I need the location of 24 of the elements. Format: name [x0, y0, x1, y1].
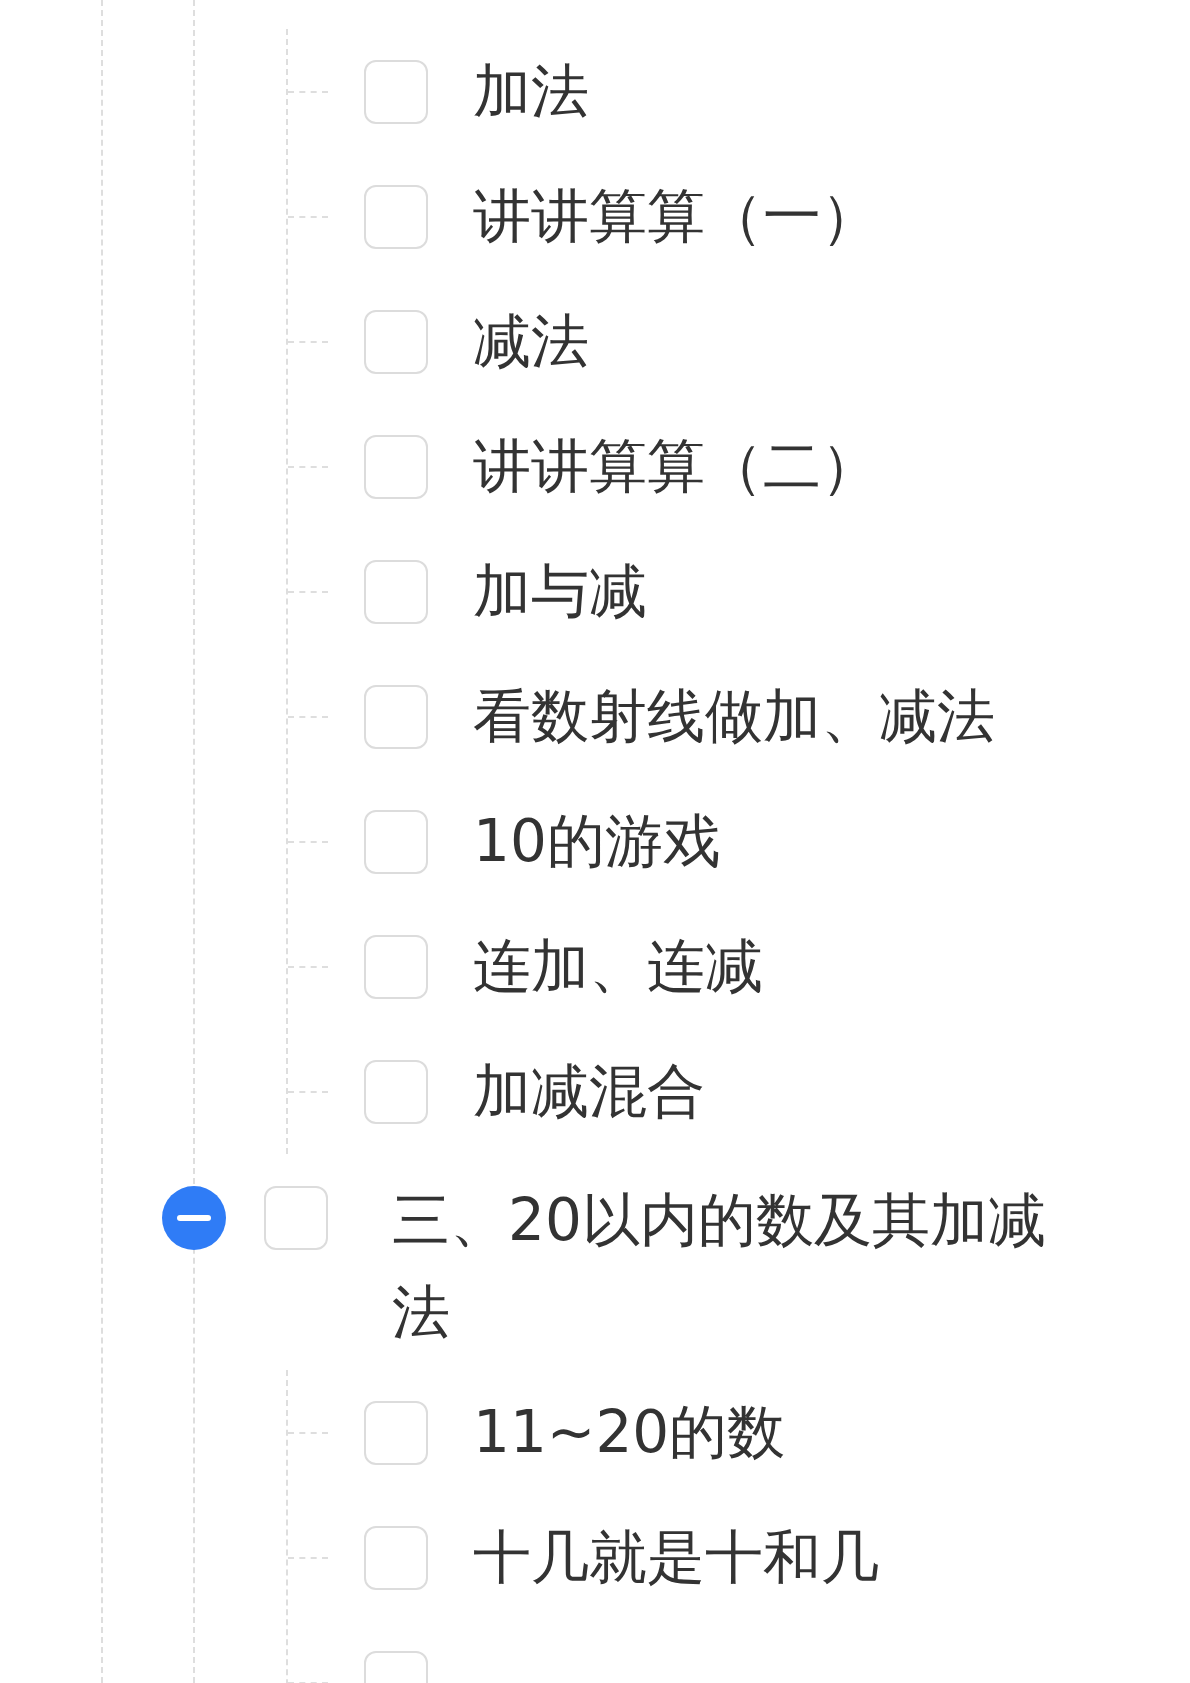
checkbox[interactable]: [364, 934, 428, 999]
tree-item-label[interactable]: 10的游戏: [473, 806, 721, 877]
tree-item-label[interactable]: 加法: [473, 56, 589, 127]
checkbox[interactable]: [364, 1059, 428, 1124]
tree-item-label[interactable]: 减法: [473, 306, 589, 377]
tree-item-label[interactable]: 11~20的数: [473, 1397, 786, 1468]
tree-item-label[interactable]: 连加、连减: [473, 931, 763, 1002]
checkbox[interactable]: [364, 434, 428, 499]
checkbox[interactable]: [264, 1186, 328, 1250]
tree-item-label[interactable]: 加减混合: [473, 1056, 705, 1127]
checkbox[interactable]: [364, 184, 428, 249]
tree-item-label[interactable]: 十几就是十和几: [473, 1522, 879, 1593]
checkbox[interactable]: [364, 809, 428, 874]
tree-item-label[interactable]: 讲讲算算（二）: [473, 431, 879, 502]
checkbox[interactable]: [364, 684, 428, 749]
checkbox[interactable]: [364, 559, 428, 624]
checkbox[interactable]: [364, 309, 428, 374]
tree-item-label[interactable]: 讲讲算算（一）: [473, 181, 879, 252]
tree-item-label[interactable]: 三、20以内的数及其加减法: [392, 1174, 1052, 1358]
checkbox[interactable]: [364, 1525, 428, 1590]
checkbox[interactable]: [364, 1400, 428, 1465]
checkbox[interactable]: [364, 59, 428, 124]
tree-item-label[interactable]: 加与减: [473, 556, 647, 627]
tree-item-label[interactable]: 看数射线做加、减法: [473, 681, 995, 752]
